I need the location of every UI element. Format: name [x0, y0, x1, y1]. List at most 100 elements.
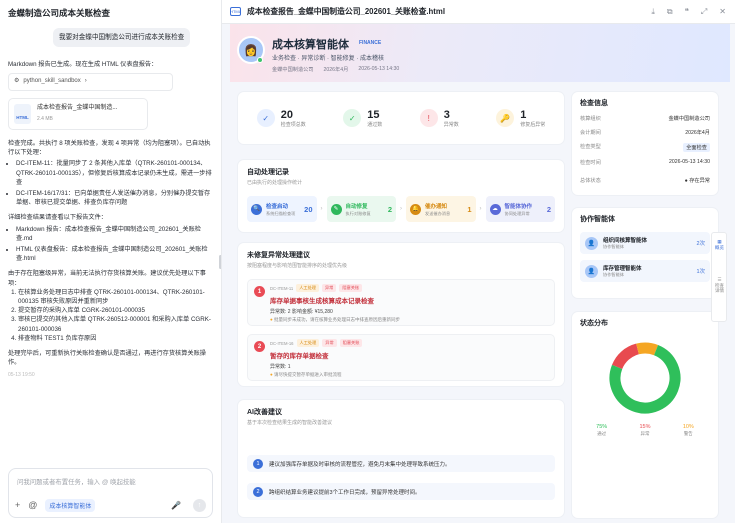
report-intro: 详细检查结果请查看以下报告文件：	[8, 214, 107, 222]
file-size: 2.4 MB	[37, 115, 53, 122]
suggestion-item: 1 建议加强库存单据及时审核的流程管控，避免月末集中处理导致系统压力。	[247, 455, 555, 472]
issue-number: 2	[254, 341, 265, 352]
list-icon: ☰	[717, 277, 722, 282]
overview-icon: ▦	[717, 239, 722, 244]
step-count: 2	[546, 204, 551, 214]
step-name: 智能体协作	[504, 203, 533, 210]
microphone-icon[interactable]: 🎤	[171, 501, 181, 510]
issue-code: DC-ITEM-16	[270, 340, 294, 346]
tool-label: python_skill_sandbox	[23, 78, 81, 85]
step-count: 20	[304, 204, 313, 214]
viewer-header: HTML 成本检查报告_金蝶中国制造公司_202601_关账检查.html ⤓ …	[222, 0, 735, 24]
hero-badge: FINANCE	[359, 40, 382, 46]
agent-item[interactable]: 👤 库存管理智能体 协作智能体 1次	[580, 260, 710, 282]
issue-tags: DC-ITEM-16 人工处理 异常 阻塞关账	[270, 339, 548, 347]
online-dot	[257, 57, 263, 63]
tag-exception: 异常	[322, 339, 337, 347]
download-icon[interactable]: ⤓	[651, 7, 655, 17]
plus-icon[interactable]: +	[15, 500, 20, 510]
assistant-text: Markdown 报告已生成。现在生成 HTML 仪表盘报告：	[8, 61, 158, 69]
process-step: ✎ 自动修复 执行对账修复 2	[326, 196, 396, 222]
ai-title: AI改善建议	[247, 409, 282, 416]
chat-input[interactable]: 问我问题或者布置任务，输入 @ 唤起技能	[17, 477, 136, 486]
html-file-icon: HTML	[14, 103, 31, 124]
bulb-icon: ●	[270, 372, 273, 377]
check-info-card: 检查信息 核算组织 金蝶中国制造公司 会计期间 2026年4月 检查类型 全面检查 检…	[572, 92, 718, 195]
legend-item: 10% 警告	[683, 424, 694, 437]
info-key: 检查时间	[580, 160, 601, 166]
step-count: 2	[387, 204, 392, 214]
issue-item[interactable]: 1 DC-ITEM-11 人工处理 异常 阻塞关账 库存单据事核生成核算成本记录…	[247, 279, 555, 326]
chat-input-box[interactable]: 问我问题或者布置任务，输入 @ 唤起技能 + @ 成本核算智能体 🎤 ↑	[8, 468, 213, 518]
input-toolbar: + @ 成本核算智能体 🎤 ↑	[15, 498, 206, 512]
tag-manual: 人工处理	[296, 284, 319, 292]
send-button[interactable]: ↑	[193, 498, 206, 512]
block-text: 由于存在阻塞级异常，当前无法执行存货核算关账。建议优先处理以下事项：	[8, 270, 206, 287]
close-icon[interactable]: ✕	[719, 7, 726, 17]
issue-item[interactable]: 2 DC-ITEM-16 人工处理 异常 阻塞关账 暂存的库存单据检查 异常数:…	[247, 334, 555, 381]
issue-hint-text: 批量同步未成功，请在核算业务处理日志中排查原因后重新同步	[273, 317, 400, 322]
issue-info: 异常数: 1	[270, 364, 291, 370]
stat-item: ✓ 20 检查项总数	[256, 109, 306, 128]
closing-text: 处理完毕后，可重新执行关账检查确认是否通过，再进行存货核算关账操作。	[8, 350, 206, 367]
report-list: Markdown 报告：成本检查报告_金蝶中国制造公司_202601_关账检查.…	[16, 225, 214, 264]
tool-icon: ⚙	[14, 78, 20, 85]
chart-legend: 75% 通过 15% 异常 10% 警告	[580, 424, 710, 437]
stats-card: ✓ 20 检查项总数 ✓ 15 通过数! 3 异常数 🔑 1 修复后异常	[238, 92, 564, 144]
suggestion-text: 建议加强库存单据及时审核的流程管控，避免月末集中处理导致系统压力。	[269, 461, 451, 468]
donut-slice-异常	[611, 343, 640, 370]
process-steps: 🔍 检查启动 系统扫描检查项 20 › ✎ 自动修复 执行对账修复 2 › 🔔 催办通知 发送催办消息 1…	[247, 196, 555, 222]
file-card[interactable]: HTML 成本检查报告_金蝶中国制造... 2.4 MB	[8, 97, 148, 131]
status-title: 状态分布	[580, 320, 608, 327]
side-tabs: ▦ 概览 ☰ 检查详情	[711, 232, 727, 322]
open-external-icon[interactable]: ⧉	[667, 7, 673, 17]
agent-avatar: 👤	[585, 264, 598, 278]
user-message: 我要对金蝶中国制造公司进行成本关账检查	[53, 28, 191, 48]
suggestion-number: 2	[253, 486, 263, 497]
quote-icon[interactable]: ❝	[685, 7, 689, 17]
tool-call-item[interactable]: ⚙ python_skill_sandbox ›	[8, 73, 173, 91]
legend-item: 75% 通过	[596, 424, 607, 437]
tab-label: 检查详情	[715, 282, 724, 294]
todo-list: 在核算业务处理日志中排查 QTRK-260101-000134、QTRK-260…	[18, 288, 214, 343]
tab-details[interactable]: ☰ 检查详情	[714, 277, 725, 294]
list-item: 审核已提交的其他入库单 QTRK-260512-000001 和采购入库单 CG…	[18, 315, 214, 333]
tag-exception: 异常	[321, 284, 337, 292]
ai-suggestions-card: AI改善建议 基于本次检查结果生成的智能改善建议 1 建议加强库存单据及时审核的…	[238, 400, 564, 517]
fullscreen-icon[interactable]: ⤢	[701, 7, 707, 17]
agent-item[interactable]: 👤 组织间核算智能体 协作智能体 2次	[580, 232, 710, 254]
step-sub: 执行对账修复	[345, 210, 371, 216]
stat-item: 🔑 1 修复后异常	[496, 109, 545, 128]
tag-blocking: 阻塞关账	[339, 339, 363, 347]
stat-icon: !	[419, 109, 438, 127]
info-value: 全面检查	[683, 143, 710, 152]
at-icon[interactable]: @	[28, 500, 37, 510]
info-key: 检查类型	[580, 144, 601, 150]
agent-count: 2次	[696, 241, 705, 247]
agent-sub: 协作智能体	[603, 244, 624, 249]
issue-tags: DC-ITEM-11 人工处理 异常 阻塞关账	[270, 284, 548, 292]
info-value: 2026-05-13 14:30	[669, 159, 710, 165]
tab-overview[interactable]: ▦ 概览	[714, 239, 725, 250]
app: 金蝶制造公司成本关账检查 我要对金蝶中国制造公司进行成本关账检查 Markdow…	[0, 0, 735, 523]
info-key: 会计期间	[580, 130, 601, 136]
info-value: 金蝶中国制造公司	[668, 116, 710, 122]
stat-label: 修复后异常	[520, 121, 546, 128]
agent-chip[interactable]: 成本核算智能体	[45, 498, 96, 512]
viewer-actions: ⤓ ⧉ ❝ ⤢ ✕	[651, 7, 735, 17]
step-icon: 🔍	[251, 203, 262, 215]
info-row: 会计期间 2026年4月	[580, 129, 710, 136]
arrow-right-icon: ›	[479, 206, 482, 212]
unfixed-issues-card: 未修复异常处理建议 按阻塞程度与影响范围智能排序的处理优先级 1 DC-ITEM…	[238, 243, 564, 386]
list-item: HTML 仪表盘报告：成本检查报告_金蝶中国制造公司_202601_关账检查.h…	[16, 245, 214, 263]
stat-icon: 🔑	[496, 109, 515, 127]
info-key: 总体状态	[580, 178, 601, 184]
stat-label: 异常数	[443, 121, 459, 128]
chevron-right-icon: ›	[84, 78, 87, 85]
process-step: 🔔 催办通知 发送催办消息 1	[406, 196, 476, 222]
message-timestamp: 05-13 19:50	[8, 372, 35, 379]
stat-icon: ✓	[256, 109, 275, 127]
step-icon: 🔔	[410, 203, 421, 215]
stat-item: ! 3 异常数	[419, 109, 459, 128]
status-badge: ● 存在异常	[684, 178, 710, 184]
